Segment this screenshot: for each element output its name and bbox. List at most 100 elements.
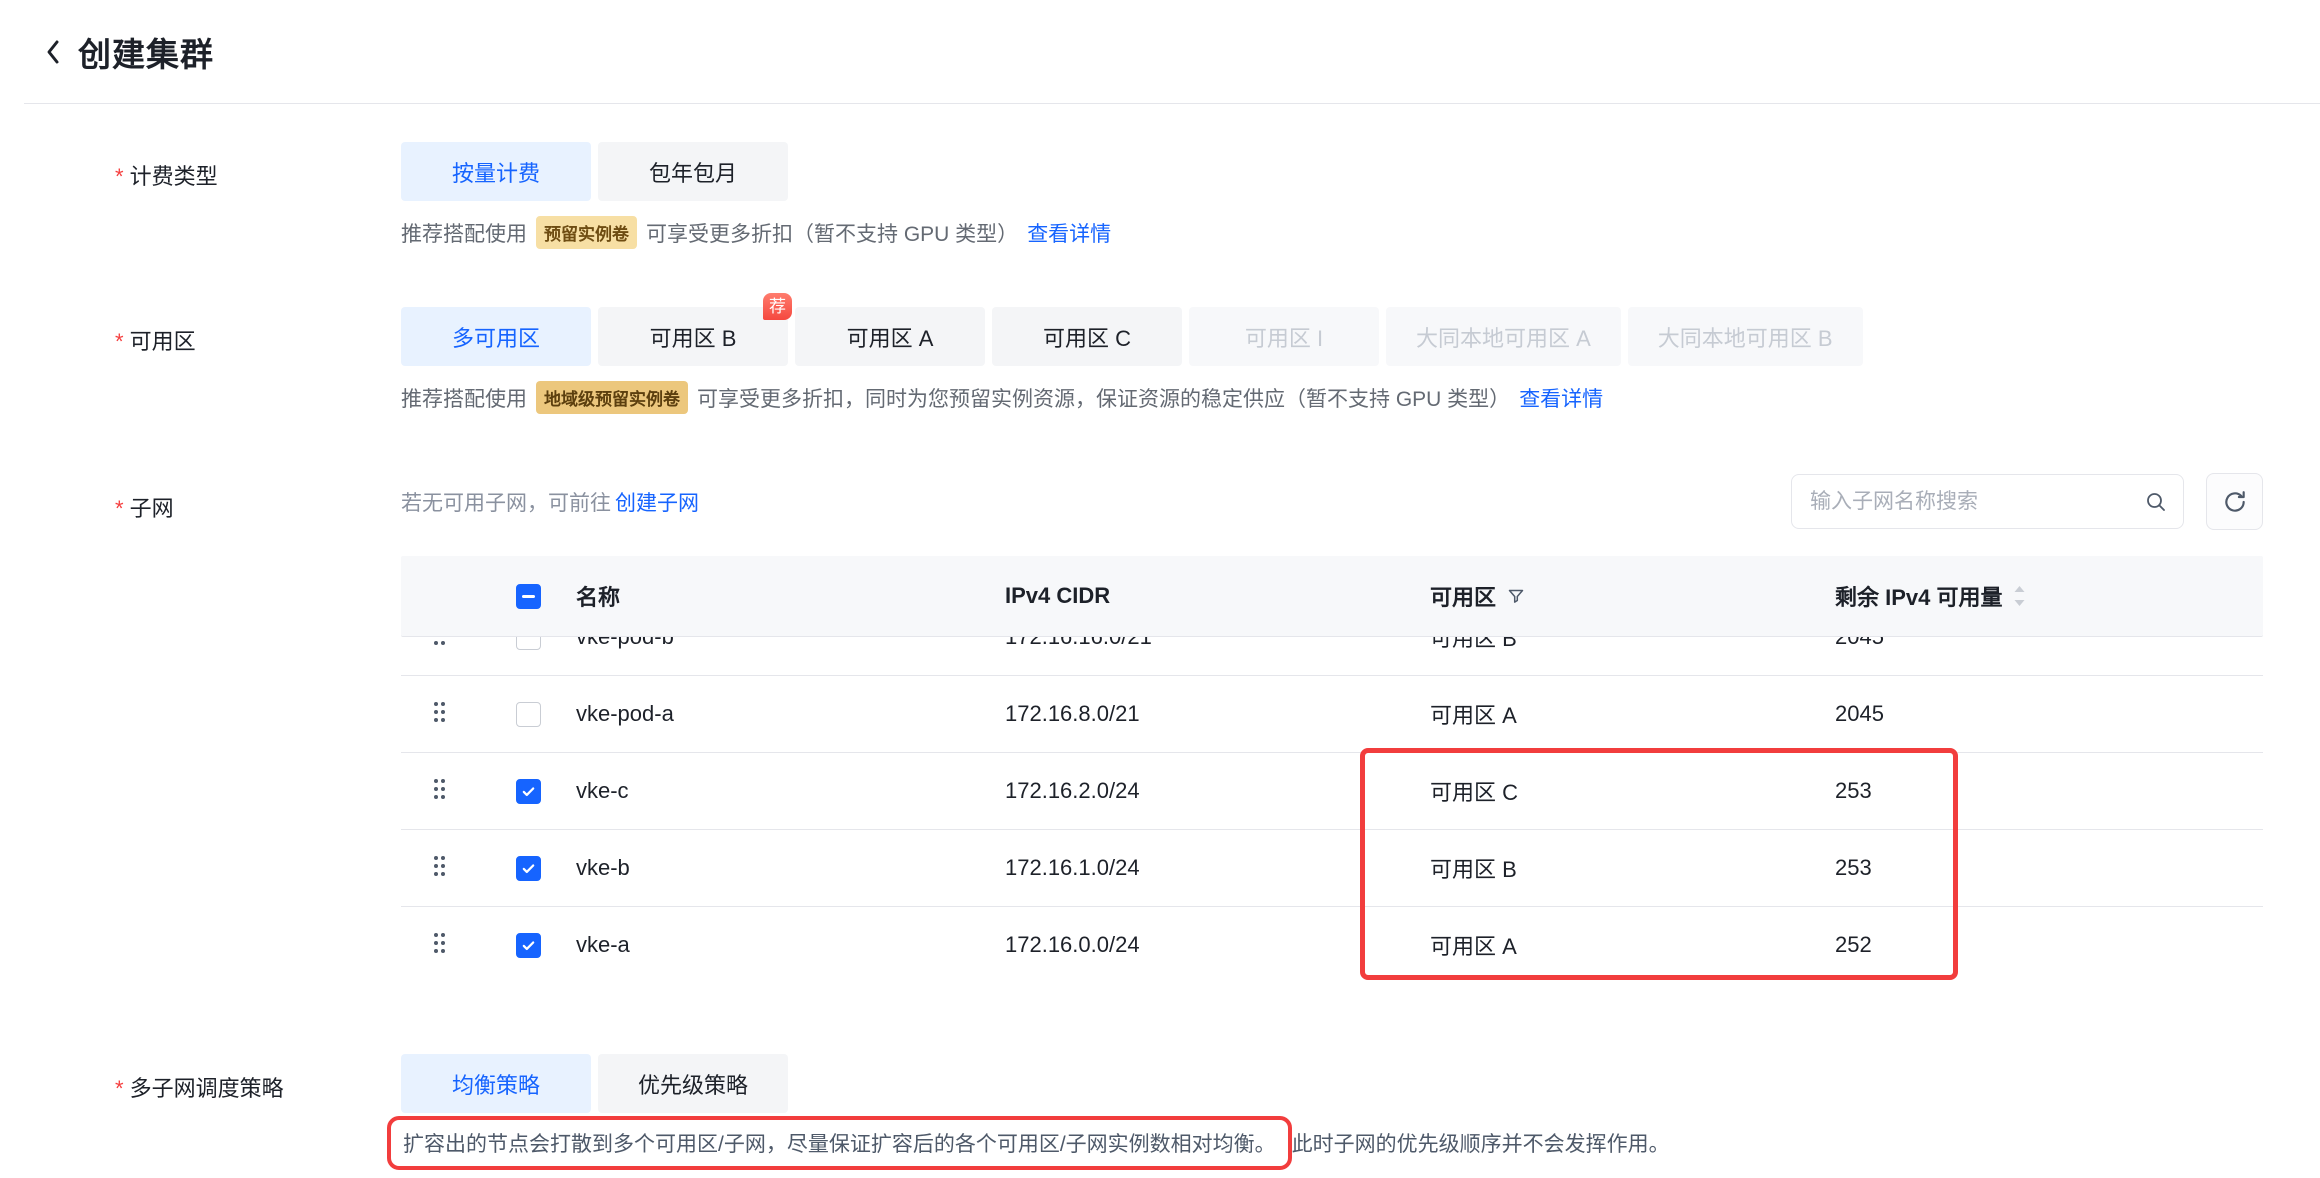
billing-view-details-link[interactable]: 查看详情 (1027, 218, 1111, 248)
segmented-option-label: 包年包月 (649, 156, 737, 188)
regional-reserved-instance-badge: 地域级预留实例卷 (536, 381, 688, 414)
page-title: 创建集群 (78, 28, 214, 76)
segmented-option-label: 可用区 A (847, 321, 934, 353)
checkmark-icon (521, 861, 536, 876)
billing-type-label: *计费类型 (115, 142, 401, 249)
cell-cidr: 172.16.16.0/21 (1005, 637, 1430, 650)
strategy-option-1[interactable]: 均衡策略 (401, 1054, 591, 1113)
column-header-name: 名称 (576, 580, 1005, 612)
back-button[interactable] (38, 32, 68, 72)
segmented-option-label: 大同本地可用区 A (1416, 321, 1591, 353)
cell-cidr: 172.16.8.0/21 (1005, 701, 1430, 727)
cell-available: 253 (1835, 855, 2263, 881)
cell-name: vke-b (576, 855, 1005, 881)
row-checkbox[interactable] (516, 637, 541, 650)
filter-icon[interactable] (1506, 586, 1526, 606)
zone-row: *可用区 多可用区 可用区 B 荐 可用区 A 可用区 C 可用区 I 大同本地… (115, 307, 2320, 414)
subnet-table-body[interactable]: vke-pod-b 172.16.16.0/21 可用区 B 2045 vke-… (401, 637, 2263, 979)
create-cluster-form: *计费类型 按量计费 包年包月 推荐搭配使用 预留实例卷 可享受更多折扣（暂不支… (0, 142, 2320, 1170)
row-checkbox[interactable] (516, 856, 541, 881)
billing-type-options: 按量计费 包年包月 (401, 142, 2320, 201)
subnet-toolbar: 若无可用子网，可前往 创建子网 (401, 474, 2263, 529)
strategy-options: 均衡策略 优先级策略 (401, 1054, 2320, 1113)
table-row: vke-pod-b 172.16.16.0/21 可用区 B 2045 (401, 637, 2263, 676)
checkmark-icon (521, 784, 536, 799)
row-checkbox[interactable] (516, 933, 541, 958)
zone-option-3[interactable]: 可用区 A (795, 307, 985, 366)
zone-hint-prefix: 推荐搭配使用 (401, 383, 527, 413)
zone-option-5[interactable]: 可用区 I (1189, 307, 1379, 366)
cell-zone: 可用区 A (1430, 929, 1835, 961)
billing-hint-text: 可享受更多折扣（暂不支持 GPU 类型） (646, 218, 1018, 248)
zone-option-6[interactable]: 大同本地可用区 A (1386, 307, 1621, 366)
cell-cidr: 172.16.1.0/24 (1005, 855, 1430, 881)
cell-available: 2045 (1835, 637, 2263, 650)
create-cluster-page: 创建集群 *计费类型 按量计费 包年包月 推荐搭配使用 预留实例卷 可享受更多折… (0, 0, 2320, 1178)
zone-hint-text: 可享受更多折扣，同时为您预留实例资源，保证资源的稳定供应（暂不支持 GPU 类型… (697, 383, 1510, 413)
indeterminate-dash-icon (522, 595, 535, 598)
subnet-row: *子网 若无可用子网，可前往 创建子网 (115, 474, 2320, 979)
column-header-available: 剩余 IPv4 可用量 (1835, 580, 2263, 612)
cell-zone: 可用区 B (1430, 637, 1835, 653)
subnet-label: *子网 (115, 474, 401, 979)
cell-available: 252 (1835, 932, 2263, 958)
strategy-row: *多子网调度策略 均衡策略 优先级策略 扩容出的节点会打散到多个可用区/子网，尽… (115, 1054, 2320, 1170)
subnet-table-header: 名称 IPv4 CIDR 可用区 剩余 IPv4 可用量 (401, 556, 2263, 637)
zone-option-4[interactable]: 可用区 C (992, 307, 1182, 366)
subnet-search-input[interactable] (1808, 489, 2145, 515)
table-row: vke-a 172.16.0.0/24 可用区 A 252 (401, 907, 2263, 979)
cell-zone: 可用区 A (1430, 698, 1835, 730)
search-icon (2145, 491, 2167, 513)
row-checkbox[interactable] (516, 702, 541, 727)
subnet-search-box[interactable] (1791, 474, 2184, 529)
drag-handle-icon[interactable] (434, 779, 448, 803)
select-all-checkbox[interactable] (516, 584, 541, 609)
drag-handle-icon[interactable] (434, 856, 448, 880)
zone-option-2[interactable]: 可用区 B 荐 (598, 307, 788, 366)
reserved-instance-badge: 预留实例卷 (536, 216, 637, 249)
refresh-button[interactable] (2206, 473, 2263, 530)
zone-option-1[interactable]: 多可用区 (401, 307, 591, 366)
billing-type-option-2[interactable]: 包年包月 (598, 142, 788, 201)
strategy-hint: 扩容出的节点会打散到多个可用区/子网，尽量保证扩容后的各个可用区/子网实例数相对… (401, 1116, 2320, 1170)
cell-name: vke-pod-a (576, 701, 1005, 727)
drag-handle-icon[interactable] (434, 702, 448, 726)
zone-options: 多可用区 可用区 B 荐 可用区 A 可用区 C 可用区 I 大同本地可用区 A… (401, 307, 2320, 366)
subnet-hint: 若无可用子网，可前往 创建子网 (401, 487, 699, 517)
segmented-option-label: 按量计费 (452, 156, 540, 188)
column-header-cidr: IPv4 CIDR (1005, 583, 1430, 609)
strategy-option-2[interactable]: 优先级策略 (598, 1054, 788, 1113)
drag-handle-icon[interactable] (434, 933, 448, 957)
drag-handle-icon[interactable] (434, 637, 448, 649)
cell-available: 2045 (1835, 701, 2263, 727)
zone-label: *可用区 (115, 307, 401, 414)
required-asterisk: * (115, 1076, 124, 1101)
subnet-hint-prefix: 若无可用子网，可前往 (401, 487, 611, 517)
required-asterisk: * (115, 496, 124, 521)
page-header: 创建集群 (24, 0, 2320, 104)
cell-zone: 可用区 C (1430, 775, 1835, 807)
cell-zone: 可用区 B (1430, 852, 1835, 884)
segmented-option-label: 多可用区 (452, 321, 540, 353)
row-checkbox[interactable] (516, 779, 541, 804)
segmented-option-label: 优先级策略 (638, 1068, 748, 1100)
zone-hint: 推荐搭配使用 地域级预留实例卷 可享受更多折扣，同时为您预留实例资源，保证资源的… (401, 381, 2320, 414)
refresh-icon (2222, 489, 2248, 515)
cell-available: 253 (1835, 778, 2263, 804)
recommend-badge: 荐 (763, 293, 792, 320)
subnet-table: 名称 IPv4 CIDR 可用区 剩余 IPv4 可用量 (401, 556, 2263, 979)
cell-name: vke-c (576, 778, 1005, 804)
cell-cidr: 172.16.0.0/24 (1005, 932, 1430, 958)
billing-type-row: *计费类型 按量计费 包年包月 推荐搭配使用 预留实例卷 可享受更多折扣（暂不支… (115, 142, 2320, 249)
zone-option-7[interactable]: 大同本地可用区 B (1628, 307, 1863, 366)
create-subnet-link[interactable]: 创建子网 (615, 487, 699, 517)
column-header-zone: 可用区 (1430, 580, 1835, 612)
table-row: vke-b 172.16.1.0/24 可用区 B 253 (401, 830, 2263, 907)
billing-type-option-1[interactable]: 按量计费 (401, 142, 591, 201)
segmented-option-label: 可用区 C (1043, 321, 1131, 353)
zone-view-details-link[interactable]: 查看详情 (1519, 383, 1603, 413)
annotation-box-hint: 扩容出的节点会打散到多个可用区/子网，尽量保证扩容后的各个可用区/子网实例数相对… (387, 1116, 1292, 1170)
checkmark-icon (521, 938, 536, 953)
cell-name: vke-a (576, 932, 1005, 958)
sort-icon[interactable] (2012, 583, 2027, 609)
